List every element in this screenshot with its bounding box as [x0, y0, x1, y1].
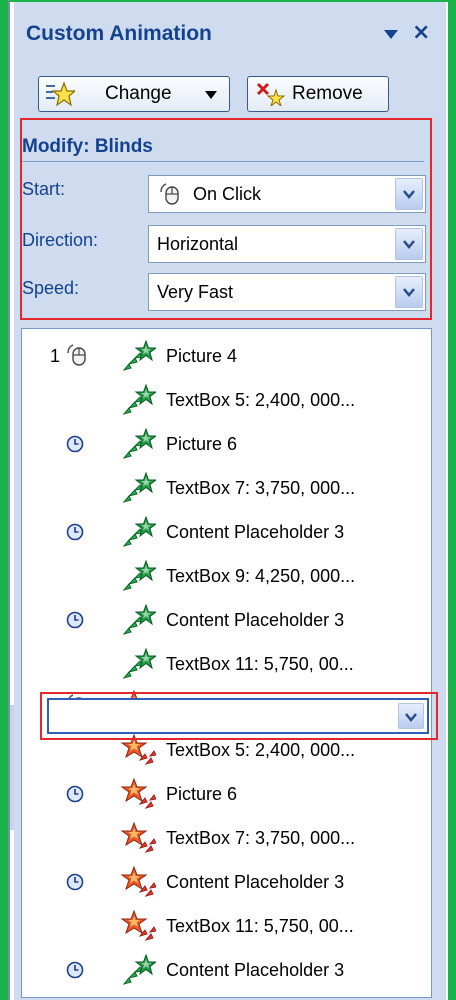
speed-dropdown[interactable]: Very Fast: [148, 273, 426, 311]
animation-item-name: Content Placeholder 3: [166, 610, 345, 630]
start-value: On Click: [193, 184, 262, 204]
direction-value: Horizontal: [157, 234, 239, 254]
exit-star-icon: [120, 909, 157, 944]
exit-star-icon: [120, 777, 157, 812]
mouse-icon: [160, 183, 179, 205]
animation-item-name: TextBox 9: 4,250, 000...: [166, 566, 356, 586]
chevron-down-icon[interactable]: [395, 228, 423, 260]
direction-dropdown[interactable]: Horizontal: [148, 225, 426, 263]
selection-highlight: [40, 692, 438, 740]
entrance-star-icon: [120, 383, 158, 418]
window-frame-right: [448, 0, 456, 1000]
animation-list-item[interactable]: TextBox 5: 2,400, 000...: [22, 379, 431, 423]
start-label: Start:: [22, 179, 66, 199]
clock-icon: [66, 611, 84, 629]
pane-title: Custom Animation: [26, 22, 212, 45]
mouse-icon: [66, 343, 88, 367]
clock-icon: [66, 785, 84, 803]
clock-icon: [66, 961, 84, 979]
animation-item-name: Content Placeholder 3: [166, 522, 345, 542]
chevron-down-icon: [205, 91, 217, 99]
animation-list-item[interactable]: Content Placeholder 3: [22, 511, 431, 555]
chevron-down-icon[interactable]: [395, 178, 423, 210]
modify-heading: Modify: Blinds: [22, 136, 153, 157]
animation-item-name: TextBox 11: 5,750, 00...: [166, 916, 354, 936]
remove-effect-button[interactable]: Remove: [247, 76, 389, 112]
speed-value: Very Fast: [157, 282, 234, 302]
window-frame-left: [0, 0, 8, 1000]
entrance-star-icon: [120, 471, 158, 506]
animation-item-name: Content Placeholder 3: [166, 872, 345, 892]
animation-item-name: Picture 6: [166, 784, 238, 804]
change-button-label: Change: [105, 83, 172, 104]
animation-order-number: 1: [50, 346, 61, 366]
close-icon[interactable]: ×: [412, 20, 430, 45]
animation-item-name: TextBox 7: 3,750, 000...: [166, 478, 356, 498]
animation-list-item[interactable]: Picture 6: [22, 423, 431, 467]
animation-item-name: TextBox 5: 2,400, 000...: [166, 740, 356, 760]
animation-list-item[interactable]: Content Placeholder 3: [22, 861, 431, 905]
selected-item-frame: [47, 698, 429, 734]
animation-list-item[interactable]: TextBox 11: 5,750, 00...: [22, 905, 431, 949]
animation-list-item[interactable]: TextBox 9: 4,250, 000...: [22, 555, 431, 599]
clock-icon: [66, 435, 84, 453]
window-frame-edge: [8, 0, 10, 1000]
entrance-star-icon: [120, 953, 158, 988]
animation-list-item[interactable]: TextBox 11: 5,750, 00...: [22, 643, 431, 687]
animation-item-name: TextBox 7: 3,750, 000...: [166, 828, 356, 848]
entrance-star-icon: [120, 427, 158, 462]
entrance-star-icon: [120, 603, 158, 638]
animation-item-name: Content Placeholder 3: [166, 960, 345, 980]
chevron-down-icon[interactable]: [398, 703, 424, 729]
modify-divider: [22, 161, 424, 162]
animation-list-item[interactable]: Content Placeholder 3: [22, 599, 431, 643]
speed-label: Speed:: [22, 278, 80, 298]
animation-item-name: TextBox 11: 5,750, 00...: [166, 654, 354, 674]
animation-list-item[interactable]: Picture 6: [22, 773, 431, 817]
entrance-star-icon: [120, 559, 158, 594]
animation-list-item[interactable]: TextBox 7: 3,750, 000...: [22, 467, 431, 511]
remove-button-label: Remove: [292, 83, 363, 104]
entrance-star-icon: [120, 339, 158, 374]
animation-item-name: Picture 4: [166, 346, 238, 366]
change-effect-button[interactable]: Change: [38, 76, 230, 112]
exit-star-icon: [120, 865, 157, 900]
start-dropdown[interactable]: On Click: [148, 175, 426, 213]
entrance-star-icon: [120, 647, 158, 682]
exit-star-icon: [120, 821, 157, 856]
pane-titlebar: Custom Animation ×: [14, 16, 446, 54]
remove-effect-icon: [256, 82, 286, 106]
animation-list-item[interactable]: Content Placeholder 3: [22, 949, 431, 993]
animation-list[interactable]: 1 Picture 4 TextBox 5: 2,400, 000... Pictur…: [21, 328, 432, 998]
pane-menu-dropdown-icon[interactable]: [384, 30, 398, 39]
clock-icon: [66, 523, 84, 541]
chevron-down-icon[interactable]: [395, 276, 423, 308]
add-effect-star-icon: [46, 81, 75, 107]
animation-list-item[interactable]: TextBox 7: 3,750, 000...: [22, 817, 431, 861]
animation-list-item[interactable]: 1 Picture 4: [22, 335, 431, 379]
entrance-star-icon: [120, 515, 158, 550]
animation-item-name: Picture 6: [166, 434, 238, 454]
animation-item-name: TextBox 5: 2,400, 000...: [166, 390, 356, 410]
clock-icon: [66, 873, 84, 891]
direction-label: Direction:: [22, 230, 99, 250]
